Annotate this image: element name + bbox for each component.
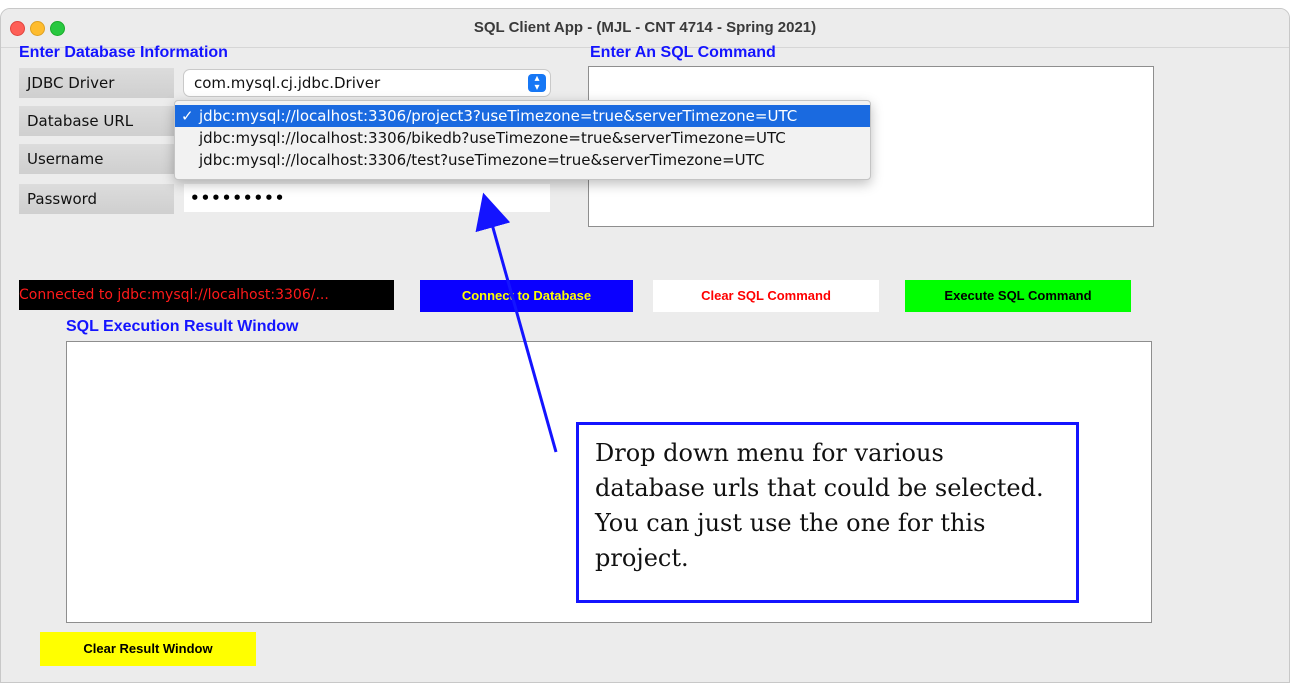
checkmark-icon: ✓ bbox=[181, 107, 194, 125]
database-url-dropdown[interactable]: ✓ jdbc:mysql://localhost:3306/project3?us… bbox=[174, 100, 871, 180]
clear-sql-button[interactable]: Clear SQL Command bbox=[653, 280, 879, 312]
database-url-label: Database URL bbox=[19, 106, 174, 136]
clear-result-button[interactable]: Clear Result Window bbox=[40, 632, 256, 666]
annotation-callout: Drop down menu for various database urls… bbox=[576, 422, 1079, 603]
password-value: ••••••••• bbox=[190, 189, 286, 207]
password-label: Password bbox=[19, 184, 174, 214]
url-option-label: jdbc:mysql://localhost:3306/project3?use… bbox=[199, 107, 798, 125]
title-bar: SQL Client App - (MJL - CNT 4714 - Sprin… bbox=[1, 9, 1289, 48]
callout-line: You can just use the one for this bbox=[595, 509, 986, 537]
jdbc-driver-value: com.mysql.cj.jdbc.Driver bbox=[194, 74, 381, 92]
callout-line: project. bbox=[595, 544, 689, 572]
url-option-label: jdbc:mysql://localhost:3306/test?useTime… bbox=[199, 151, 765, 169]
result-window-heading: SQL Execution Result Window bbox=[66, 318, 299, 335]
url-option[interactable]: jdbc:mysql://localhost:3306/bikedb?useTi… bbox=[175, 127, 870, 149]
sql-command-heading: Enter An SQL Command bbox=[590, 44, 776, 61]
jdbc-driver-label: JDBC Driver bbox=[19, 68, 174, 98]
callout-line: Drop down menu for various bbox=[595, 439, 944, 467]
jdbc-driver-select[interactable]: com.mysql.cj.jdbc.Driver ▴ ▾ bbox=[184, 70, 550, 96]
password-field[interactable]: ••••••••• bbox=[184, 184, 550, 212]
chevron-up-down-icon: ▴ ▾ bbox=[528, 74, 546, 93]
url-option-label: jdbc:mysql://localhost:3306/bikedb?useTi… bbox=[199, 129, 786, 147]
execute-sql-button[interactable]: Execute SQL Command bbox=[905, 280, 1131, 312]
connection-status: Connected to jdbc:mysql://localhost:3306… bbox=[19, 280, 394, 310]
connect-button[interactable]: Connect to Database bbox=[420, 280, 633, 312]
db-info-heading: Enter Database Information bbox=[19, 44, 228, 61]
url-option[interactable]: jdbc:mysql://localhost:3306/test?useTime… bbox=[175, 149, 870, 171]
url-option[interactable]: ✓ jdbc:mysql://localhost:3306/project3?us… bbox=[175, 105, 870, 127]
window-title: SQL Client App - (MJL - CNT 4714 - Sprin… bbox=[473, 19, 817, 36]
username-label: Username bbox=[19, 144, 174, 174]
callout-line: database urls that could be selected. bbox=[595, 474, 1044, 502]
